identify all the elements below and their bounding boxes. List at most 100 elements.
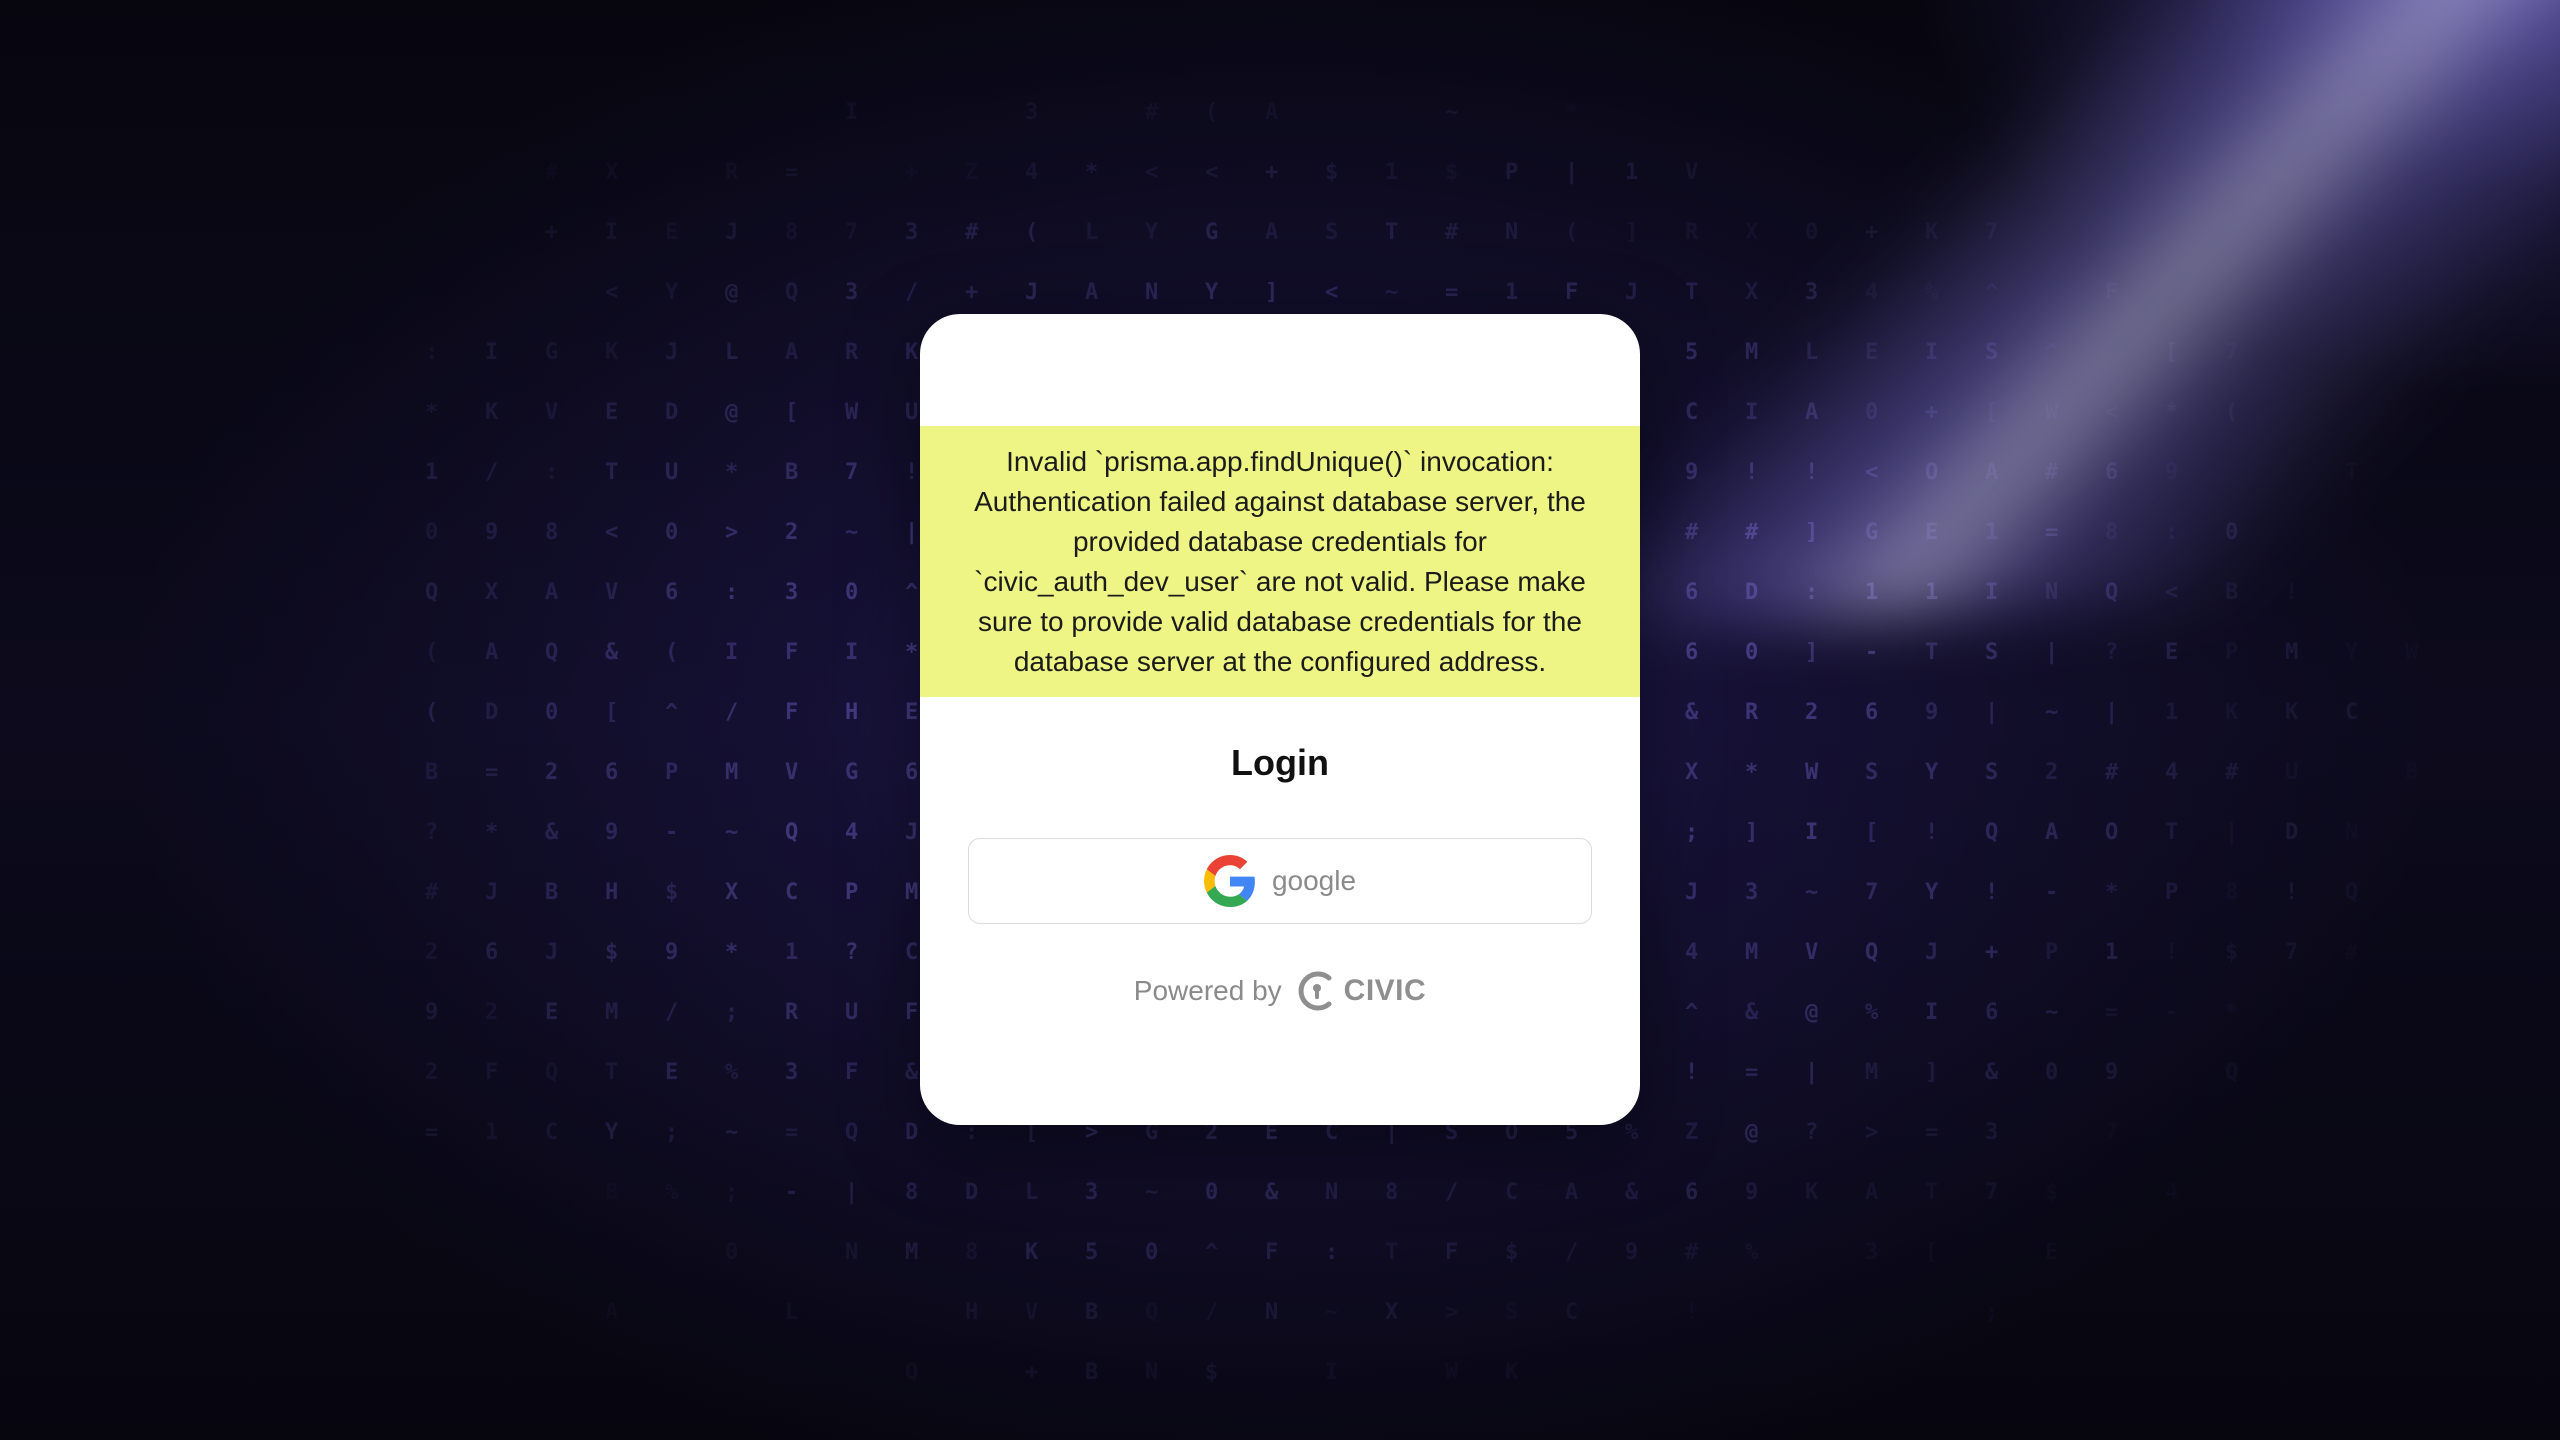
background-glyph: H	[605, 880, 619, 905]
background-glyph: Q	[545, 1060, 559, 1085]
background-glyph: $	[1205, 1360, 1219, 1385]
background-glyph: <	[1205, 160, 1219, 185]
background-glyph: T	[2165, 820, 2179, 845]
background-glyph: D	[1745, 580, 1759, 605]
background-glyph: 7	[1985, 220, 1999, 245]
background-glyph: 4	[1865, 280, 1879, 305]
background-glyph: |	[845, 1180, 859, 1205]
background-glyph: X	[725, 880, 739, 905]
background-glyph: *	[725, 940, 739, 965]
background-glyph: &	[1265, 1180, 1279, 1205]
background-glyph: I	[1325, 1360, 1339, 1385]
background-glyph: <	[605, 520, 619, 545]
background-glyph: 0	[665, 520, 679, 545]
background-glyph: N	[1145, 280, 1159, 305]
background-glyph: X	[1685, 760, 1699, 785]
background-glyph: -	[2165, 1000, 2179, 1025]
background-glyph: =	[785, 160, 799, 185]
civic-wordmark: CIVIC	[1343, 974, 1427, 1007]
background-glyph: >	[1445, 1300, 1459, 1325]
background-glyph: 8	[965, 1240, 979, 1265]
background-glyph: &	[1745, 1000, 1759, 1025]
background-glyph: |	[1565, 160, 1579, 185]
background-glyph: W	[1445, 1360, 1458, 1385]
background-glyph: !	[2165, 940, 2179, 965]
background-glyph: B	[425, 760, 439, 785]
background-glyph: !	[1685, 1060, 1699, 1085]
background-glyph: B	[2405, 760, 2418, 785]
background-glyph: ]	[1745, 820, 1759, 845]
background-glyph: ^	[665, 700, 679, 725]
background-glyph: 3	[1025, 100, 1039, 125]
background-glyph: W	[2405, 640, 2418, 665]
background-glyph: :	[545, 460, 559, 485]
background-glyph: L	[1805, 340, 1819, 365]
background-glyph: A	[605, 1300, 618, 1325]
background-glyph: O	[1925, 460, 1939, 485]
background-glyph: $	[1445, 160, 1459, 185]
background-glyph: 9	[485, 520, 499, 545]
background-glyph: C	[1505, 1180, 1519, 1205]
background-glyph: H	[845, 700, 859, 725]
background-glyph: -	[665, 820, 679, 845]
background-glyph: V	[1685, 160, 1699, 185]
background-glyph: F	[905, 1000, 919, 1025]
background-glyph: 0	[845, 580, 859, 605]
background-glyph: 1	[1865, 580, 1879, 605]
background-glyph: A	[2045, 820, 2059, 845]
background-glyph: 3	[785, 1060, 799, 1085]
login-title: Login	[1231, 742, 1329, 783]
background-glyph: 8	[1385, 1180, 1399, 1205]
background-glyph: I	[485, 340, 499, 365]
background-glyph: $	[2045, 1180, 2058, 1205]
background-glyph: +	[965, 280, 979, 305]
background-glyph: M	[1745, 340, 1759, 365]
background-glyph: Q	[905, 1360, 919, 1385]
google-button-label: google	[1271, 865, 1357, 896]
background-glyph: 0	[725, 1240, 739, 1265]
background-glyph: !	[1805, 460, 1819, 485]
background-glyph: =	[2045, 520, 2059, 545]
background-glyph: M	[2285, 640, 2299, 665]
background-glyph: 1	[425, 460, 439, 485]
background-glyph: 3	[1865, 1240, 1879, 1265]
background-glyph: L	[725, 340, 739, 365]
background-glyph: (	[2225, 400, 2239, 425]
background-glyph: #	[425, 880, 439, 905]
background-glyph: 7	[1865, 880, 1879, 905]
civic-logo[interactable]: CIVIC	[1296, 970, 1427, 1012]
background-glyph: N	[2345, 820, 2358, 845]
background-glyph: ;	[1685, 820, 1699, 845]
background-glyph: |	[1985, 700, 1999, 725]
background-glyph: 8	[905, 1180, 919, 1205]
background-glyph: 9	[2165, 460, 2179, 485]
background-glyph: 9	[665, 940, 679, 965]
login-card: Invalid `prisma.app.findUnique()` invoca…	[920, 314, 1640, 1125]
background-glyph: *	[725, 460, 739, 485]
background-glyph: G	[545, 340, 559, 365]
background-glyph: 5	[1085, 1240, 1099, 1265]
background-glyph: ]	[1265, 280, 1279, 305]
background-glyph: |	[2105, 700, 2119, 725]
background-glyph: &	[1685, 700, 1699, 725]
background-glyph: &	[1985, 1060, 1999, 1085]
background-glyph: E	[545, 1000, 559, 1025]
background-glyph: 7	[2105, 1120, 2118, 1145]
background-glyph: 3	[785, 580, 799, 605]
background-glyph: C	[2345, 700, 2359, 725]
google-login-button[interactable]: google	[968, 838, 1592, 924]
background-glyph: V	[545, 400, 559, 425]
background-glyph: /	[725, 700, 739, 725]
background-glyph: 0	[1805, 220, 1819, 245]
background-glyph: <	[2165, 580, 2179, 605]
background-glyph: 0	[425, 520, 439, 545]
background-glyph: 6	[2105, 460, 2119, 485]
background-glyph: D	[905, 1120, 919, 1145]
background-glyph: 8	[785, 220, 799, 245]
background-glyph: R	[1745, 700, 1759, 725]
background-glyph: 4	[1685, 940, 1699, 965]
background-glyph: /	[905, 280, 919, 305]
background-glyph: ^	[1205, 1240, 1219, 1265]
background-glyph: %	[725, 1060, 739, 1085]
background-glyph: 9	[2105, 1060, 2119, 1085]
